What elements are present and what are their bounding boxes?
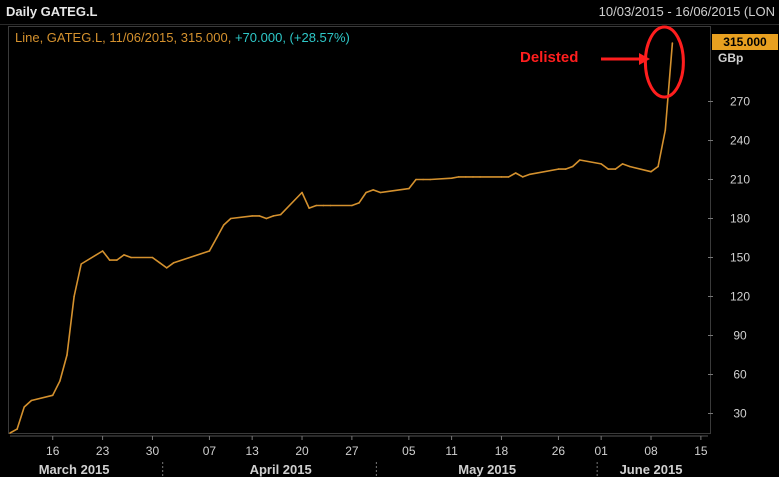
price-point bbox=[379, 191, 382, 194]
price-point bbox=[251, 215, 253, 217]
price-point bbox=[628, 165, 631, 168]
price-point bbox=[422, 178, 424, 181]
price-point bbox=[571, 165, 574, 168]
price-point bbox=[208, 250, 211, 252]
x-tick-label: 16 bbox=[46, 444, 60, 458]
x-tick-label: 11 bbox=[445, 444, 458, 458]
price-point bbox=[429, 178, 432, 181]
y-tick-label: 120 bbox=[730, 290, 750, 304]
price-point bbox=[614, 168, 617, 170]
price-point bbox=[671, 42, 674, 44]
price-point bbox=[621, 163, 624, 165]
price-point bbox=[564, 168, 567, 170]
price-point bbox=[9, 432, 11, 434]
price-point bbox=[450, 177, 453, 179]
price-point bbox=[123, 254, 125, 256]
price-point bbox=[514, 172, 517, 174]
price-point bbox=[600, 163, 602, 165]
y-tick-label: 180 bbox=[730, 212, 750, 226]
price-point bbox=[222, 224, 225, 226]
price-point bbox=[664, 129, 667, 131]
price-point bbox=[158, 261, 161, 264]
y-tick-label: 150 bbox=[730, 251, 750, 265]
price-point bbox=[108, 259, 111, 261]
x-tick-label: 26 bbox=[552, 444, 566, 458]
price-point bbox=[130, 256, 132, 259]
x-tick-label: 18 bbox=[495, 444, 509, 458]
price-point bbox=[101, 250, 104, 252]
month-label: April 2015 bbox=[250, 462, 312, 477]
price-point bbox=[308, 207, 310, 209]
y-tick-label: 30 bbox=[733, 407, 747, 421]
price-point bbox=[465, 176, 467, 178]
delisted-annotation: Delisted bbox=[520, 49, 579, 66]
price-point bbox=[80, 263, 83, 265]
price-point bbox=[30, 399, 33, 402]
price-point bbox=[358, 202, 360, 204]
x-tick-label: 08 bbox=[644, 444, 658, 458]
price-point bbox=[408, 187, 410, 190]
price-point bbox=[457, 176, 460, 178]
price-point bbox=[173, 261, 175, 264]
y-tick-label: 90 bbox=[733, 329, 747, 343]
x-tick-label: 07 bbox=[203, 444, 217, 458]
price-point bbox=[415, 178, 417, 181]
price-point bbox=[301, 191, 303, 194]
x-tick-label: 23 bbox=[96, 444, 110, 458]
price-point bbox=[279, 213, 282, 216]
x-tick-label: 13 bbox=[245, 444, 259, 458]
price-point bbox=[351, 204, 353, 207]
x-tick-label: 01 bbox=[594, 444, 608, 458]
price-point bbox=[165, 267, 168, 269]
price-series-line bbox=[9, 42, 674, 434]
price-point bbox=[479, 176, 481, 178]
y-tick-label: 270 bbox=[730, 95, 750, 109]
price-point bbox=[472, 176, 474, 178]
price-point bbox=[272, 215, 275, 217]
price-point bbox=[529, 173, 531, 176]
x-tick-label: 05 bbox=[402, 444, 416, 458]
y-tick-label: 210 bbox=[730, 173, 750, 187]
price-point bbox=[578, 159, 581, 161]
price-point bbox=[73, 295, 75, 298]
price-point bbox=[329, 204, 332, 207]
price-point bbox=[23, 406, 26, 408]
price-point bbox=[265, 217, 268, 220]
price-point bbox=[507, 176, 510, 178]
x-tick-label: 20 bbox=[295, 444, 309, 458]
last-price-tag: 315.000 bbox=[712, 34, 778, 50]
y-axis-unit: GBp bbox=[718, 51, 744, 65]
x-tick-label: 27 bbox=[345, 444, 359, 458]
price-point bbox=[365, 191, 367, 194]
price-point bbox=[607, 168, 610, 170]
price-point bbox=[151, 256, 154, 259]
price-point bbox=[315, 204, 318, 207]
price-point bbox=[16, 428, 18, 430]
y-tick-label: 240 bbox=[730, 134, 750, 148]
month-label: May 2015 bbox=[458, 462, 516, 477]
price-point bbox=[557, 168, 560, 170]
price-point bbox=[215, 237, 218, 239]
price-point bbox=[500, 176, 503, 178]
price-point bbox=[657, 165, 659, 168]
price-point bbox=[372, 189, 375, 191]
x-tick-label: 15 bbox=[694, 444, 708, 458]
price-point bbox=[258, 215, 261, 217]
month-label: March 2015 bbox=[39, 462, 110, 477]
price-point bbox=[116, 259, 118, 261]
price-point bbox=[66, 354, 68, 356]
delisted-circle bbox=[643, 25, 685, 99]
price-point bbox=[322, 204, 325, 207]
price-point bbox=[522, 176, 524, 178]
y-tick-label: 60 bbox=[733, 368, 747, 382]
price-point bbox=[229, 217, 232, 220]
price-point bbox=[650, 170, 652, 173]
x-tick-label: 30 bbox=[146, 444, 160, 458]
price-point bbox=[51, 394, 54, 397]
price-chart: 30 60 90 120 150 180 210 240 270 16 23 30 07 13 20 27 05… bbox=[9, 25, 750, 477]
price-point bbox=[59, 380, 61, 382]
month-label: June 2015 bbox=[620, 462, 683, 477]
